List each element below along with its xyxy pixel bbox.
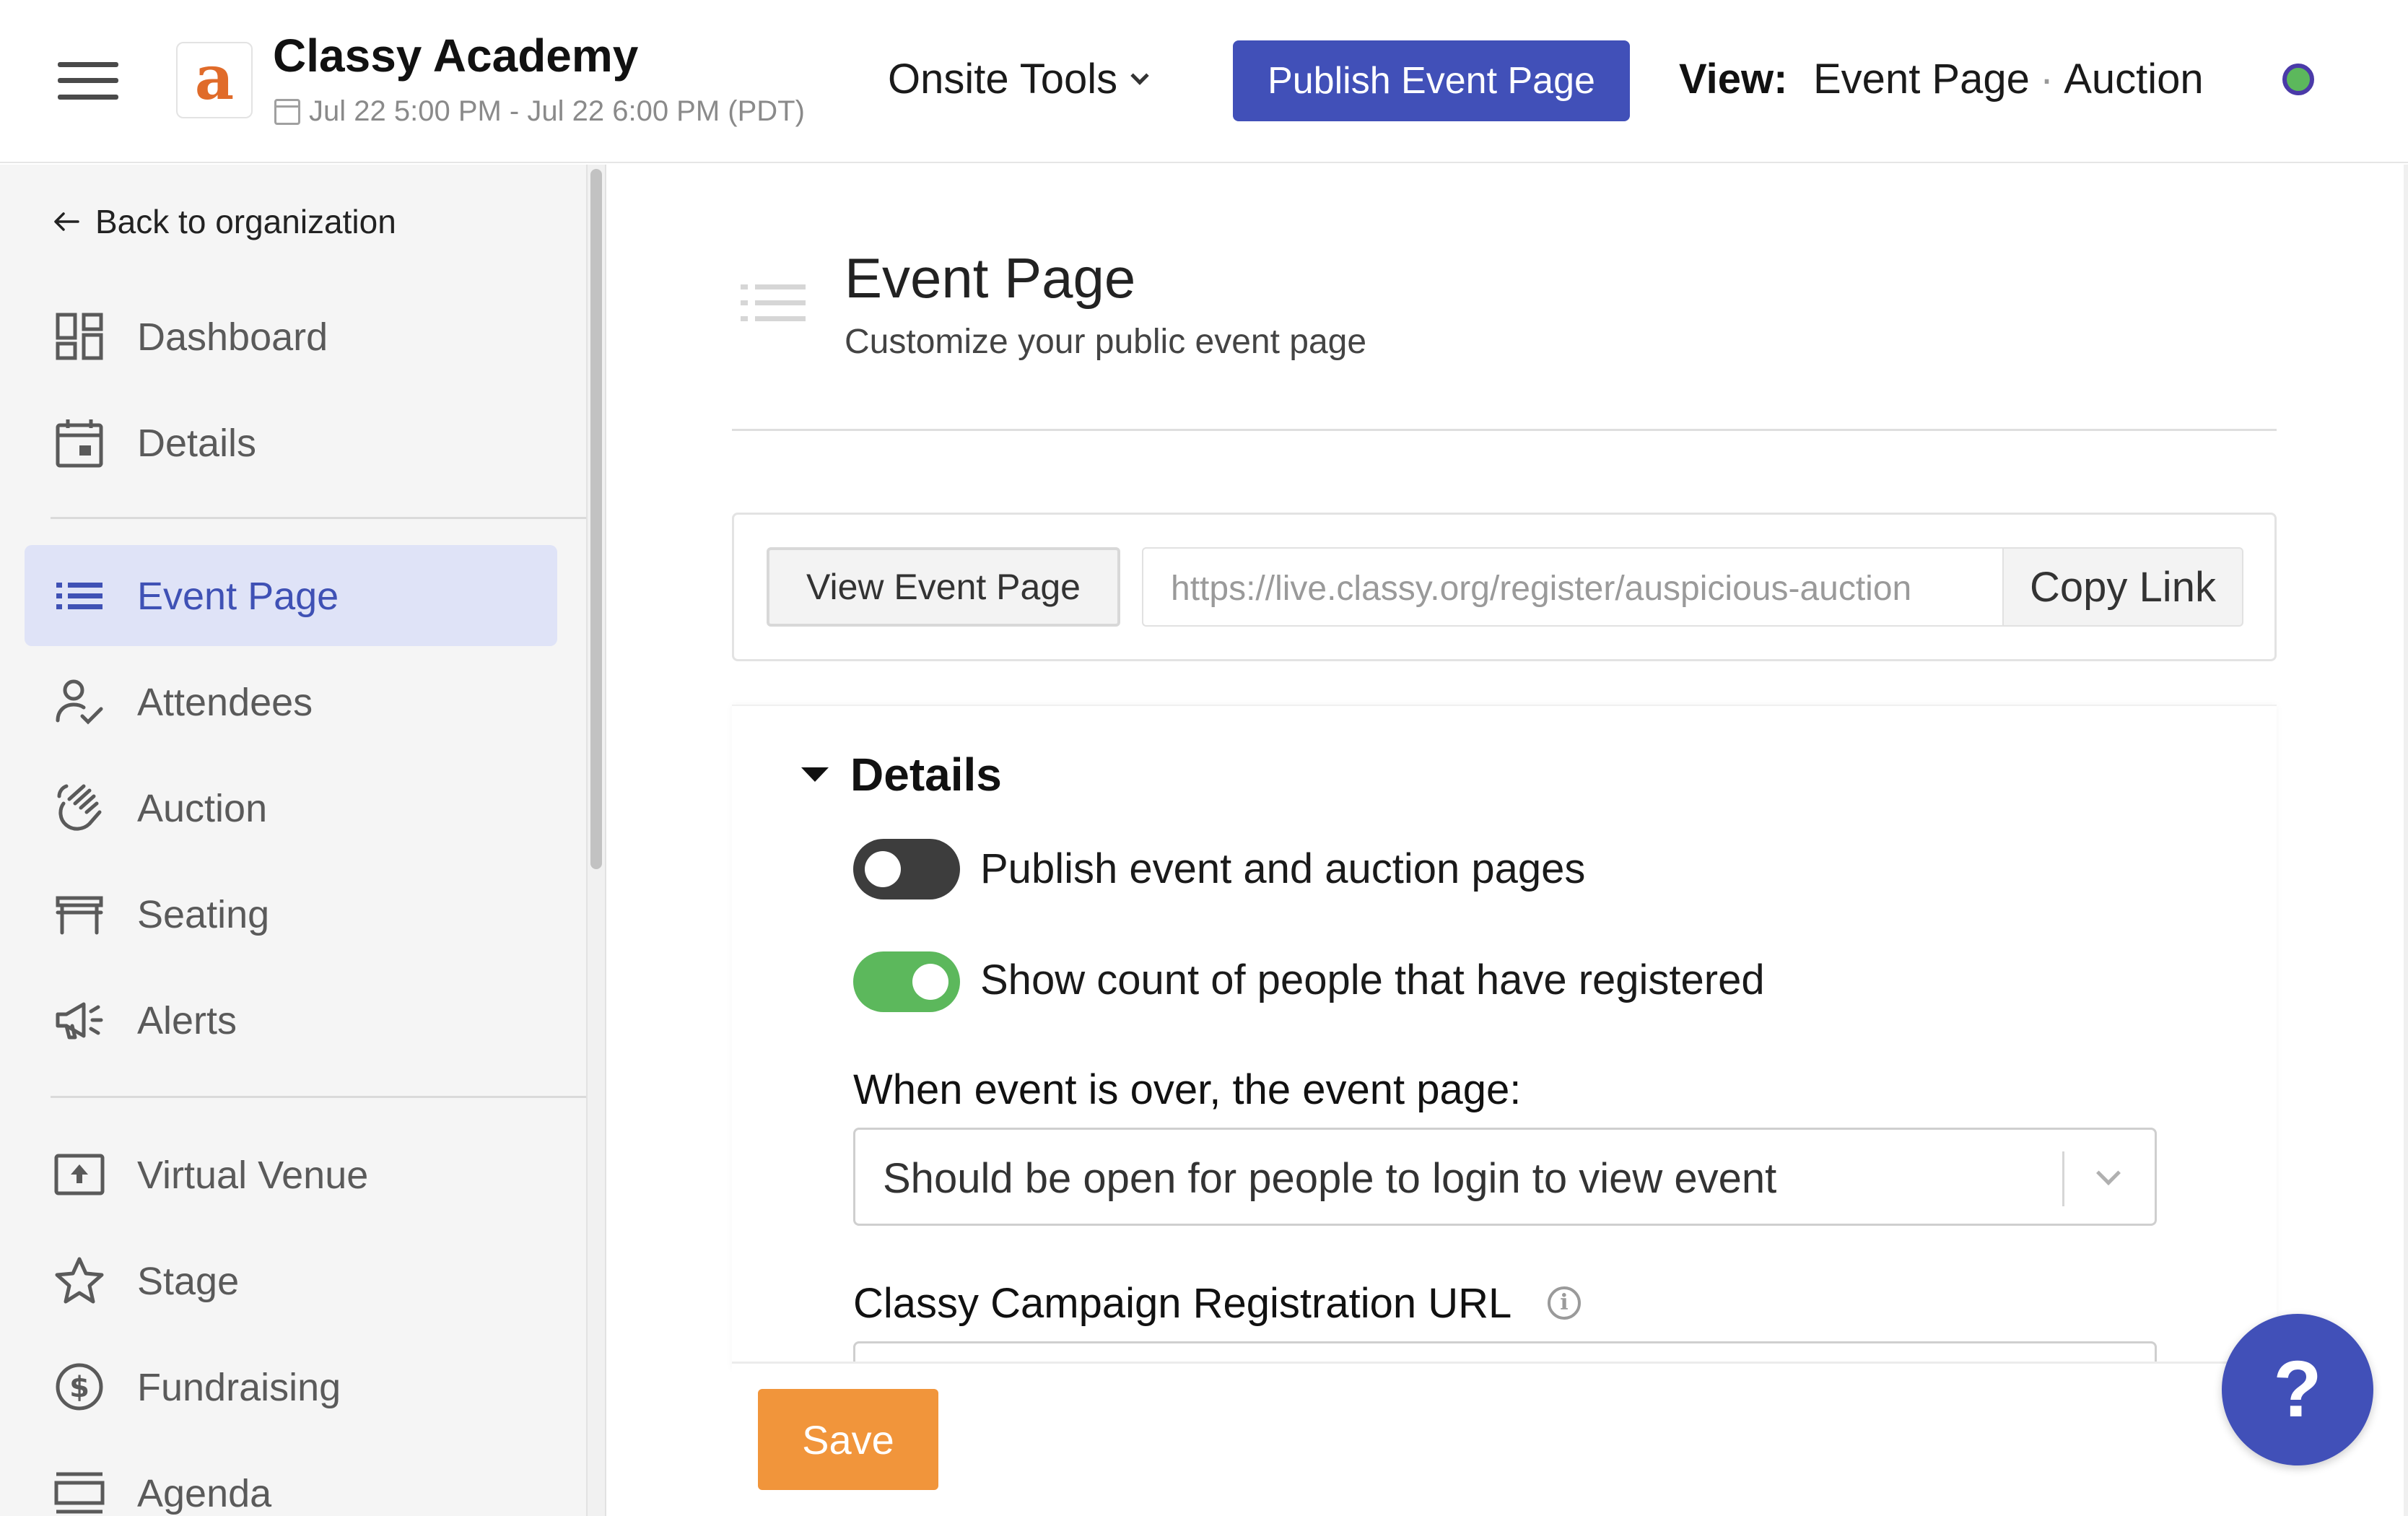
table-icon — [56, 896, 103, 935]
sidebar-item-event-page[interactable]: Event Page — [25, 545, 557, 646]
sidebar-item-auction[interactable]: Auction — [25, 757, 557, 858]
sidebar-divider — [51, 517, 586, 519]
view-separator: · — [2039, 56, 2054, 103]
chevron-down-icon — [2096, 1161, 2121, 1185]
show-count-label: Show count of people that have registere… — [980, 957, 1765, 1003]
megaphone-icon — [56, 1002, 103, 1040]
details-card — [732, 705, 2277, 1369]
chevron-down-icon — [1130, 66, 1149, 85]
onsite-tools-dropdown[interactable]: Onsite Tools — [888, 55, 1149, 103]
view-switcher: Event Page · Auction — [1813, 55, 2204, 103]
event-over-value: Should be open for people to login to vi… — [883, 1155, 1777, 1202]
view-event-page-link[interactable]: Event Page — [1813, 56, 2030, 103]
dashboard-icon — [56, 313, 103, 360]
sidebar-item-label: Seating — [137, 893, 270, 936]
view-label: View: — [1679, 56, 1788, 103]
upload-screen-icon — [54, 1154, 105, 1195]
main-scroll-edge — [2404, 165, 2408, 1516]
sidebar-item-label: Attendees — [137, 681, 313, 724]
svg-text:$: $ — [69, 1371, 90, 1404]
sidebar-item-label: Event Page — [137, 575, 339, 618]
calendar-icon — [56, 419, 103, 468]
details-section-toggle[interactable]: Details — [801, 748, 1002, 801]
save-bar — [732, 1362, 2277, 1516]
copy-link-button[interactable]: Copy Link — [2002, 547, 2243, 627]
view-auction-link[interactable]: Auction — [2064, 56, 2203, 103]
select-separator — [2062, 1151, 2064, 1206]
sidebar-item-label: Virtual Venue — [137, 1154, 369, 1197]
page-subtitle: Customize your public event page — [845, 323, 1367, 361]
arrow-left-icon — [54, 212, 79, 231]
sidebar-item-label: Dashboard — [137, 315, 328, 359]
sidebar-item-agenda[interactable]: Agenda — [25, 1442, 557, 1516]
org-name: Classy Academy — [273, 30, 639, 82]
event-date: Jul 22 5:00 PM - Jul 22 6:00 PM (PDT) — [274, 95, 805, 128]
toggle-knob — [865, 851, 901, 887]
show-count-toggle[interactable] — [853, 951, 960, 1012]
help-button[interactable]: ? — [2222, 1314, 2373, 1465]
calendar-small-icon — [274, 98, 300, 125]
top-header: a Classy Academy Jul 22 5:00 PM - Jul 22… — [0, 0, 2408, 163]
title-divider — [732, 429, 2277, 431]
event-over-label: When event is over, the event page: — [853, 1066, 1522, 1113]
sidebar-divider — [51, 1096, 586, 1098]
sidebar-item-virtual-venue[interactable]: Virtual Venue — [25, 1124, 557, 1225]
org-logo-letter: a — [194, 42, 235, 113]
sidebar-item-stage[interactable]: Stage — [25, 1230, 557, 1331]
sidebar-item-fundraising[interactable]: $ Fundraising — [25, 1336, 557, 1437]
caret-down-icon — [801, 767, 829, 782]
sidebar-item-label: Fundraising — [137, 1366, 341, 1409]
event-date-text: Jul 22 5:00 PM - Jul 22 6:00 PM (PDT) — [309, 95, 805, 127]
toggle-knob — [912, 964, 948, 1000]
publish-pages-toggle[interactable] — [853, 839, 960, 899]
event-url-field[interactable]: https://live.classy.org/register/auspici… — [1142, 547, 2004, 627]
sidebar-item-label: Agenda — [137, 1472, 272, 1515]
sidebar-item-label: Stage — [137, 1260, 240, 1303]
sidebar-item-seating[interactable]: Seating — [25, 863, 557, 964]
person-check-icon — [56, 679, 103, 725]
list-icon — [741, 284, 806, 321]
onsite-tools-label: Onsite Tools — [888, 56, 1118, 103]
details-section-title: Details — [850, 749, 1002, 801]
sidebar-item-alerts[interactable]: Alerts — [25, 970, 557, 1071]
back-to-organization-link[interactable]: Back to organization — [53, 202, 396, 241]
sidebar-item-attendees[interactable]: Attendees — [25, 651, 557, 752]
publish-pages-label: Publish event and auction pages — [980, 845, 1586, 892]
hamburger-menu-icon[interactable] — [58, 62, 118, 100]
info-icon[interactable]: i — [1548, 1286, 1581, 1320]
sidebar-item-label: Details — [137, 422, 257, 465]
sidebar-item-dashboard[interactable]: Dashboard — [25, 286, 557, 387]
event-url-text: https://live.classy.org/register/auspici… — [1171, 570, 1912, 608]
campaign-url-label: Classy Campaign Registration URL — [853, 1280, 1512, 1327]
sidebar-item-label: Alerts — [137, 999, 237, 1042]
gavel-hand-icon — [57, 784, 102, 831]
back-to-organization-label: Back to organization — [95, 203, 396, 240]
save-button[interactable]: Save — [758, 1389, 938, 1490]
org-logo: a — [176, 42, 253, 118]
star-icon — [55, 1257, 104, 1304]
list-icon — [56, 583, 102, 609]
event-over-select[interactable]: Should be open for people to login to vi… — [853, 1128, 2157, 1226]
sidebar-item-label: Auction — [137, 787, 268, 830]
dollar-circle-icon: $ — [56, 1363, 103, 1411]
sidebar-scrollbar[interactable] — [586, 165, 606, 1516]
agenda-icon — [54, 1472, 105, 1514]
status-indicator — [2282, 64, 2314, 95]
sidebar-scroll-thumb[interactable] — [590, 169, 602, 869]
sidebar-item-details[interactable]: Details — [25, 392, 557, 493]
page-title: Event Page — [845, 246, 1136, 310]
view-event-page-button[interactable]: View Event Page — [767, 547, 1120, 627]
publish-event-page-button[interactable]: Publish Event Page — [1233, 40, 1630, 121]
